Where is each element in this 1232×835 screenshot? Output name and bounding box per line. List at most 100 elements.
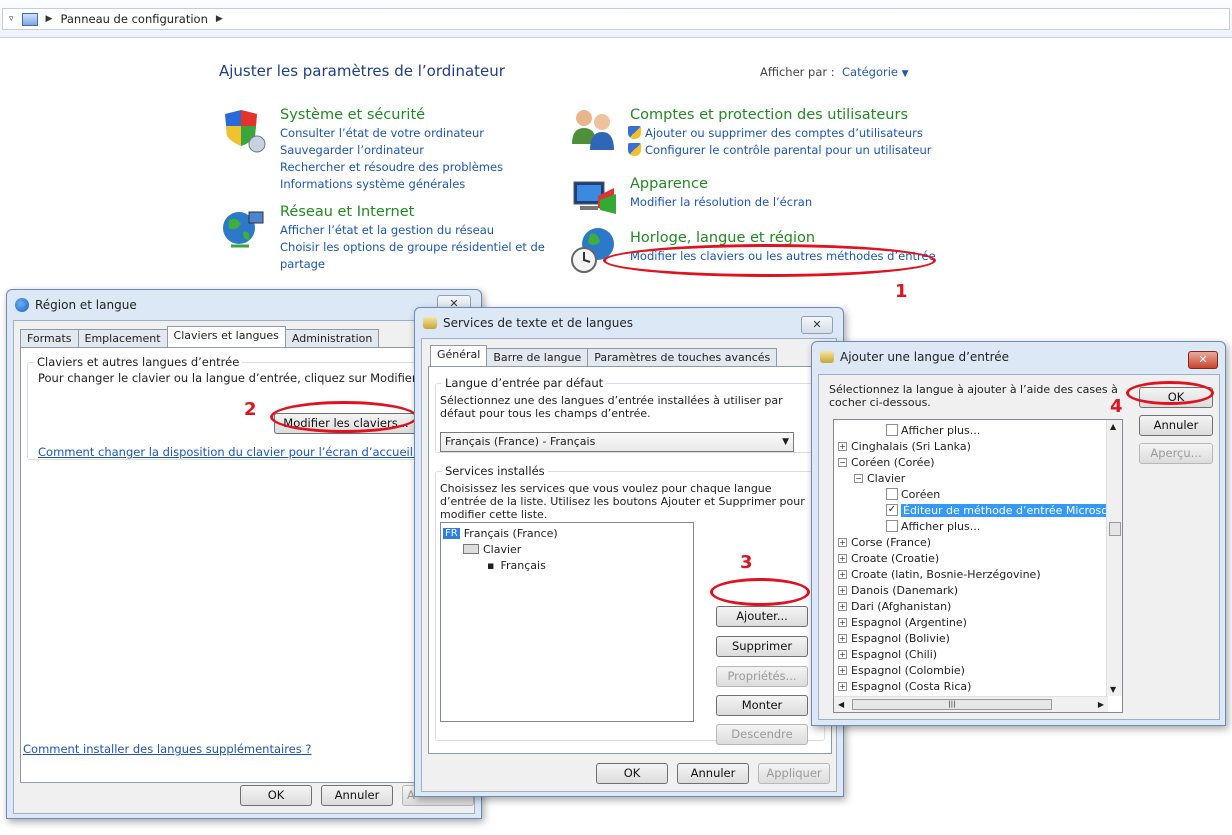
tab-formats[interactable]: Formats (20, 329, 79, 347)
preview-button[interactable]: Aperçu... (1139, 443, 1213, 464)
tree-item[interactable]: + Croate (Croatie) (838, 550, 939, 566)
chevron-right-icon[interactable]: ▶ (216, 14, 223, 24)
expand-icon[interactable]: + (838, 649, 847, 659)
tab-advanced-keys[interactable]: Paramètres de touches avancés (587, 348, 778, 366)
category-link[interactable]: Modifier la résolution de l’écran (630, 194, 812, 211)
expand-icon[interactable]: + (838, 681, 847, 691)
default-language-select[interactable]: Français (France) - Français ▼ (440, 432, 794, 452)
checkbox[interactable] (886, 424, 898, 436)
category-link[interactable]: Informations système générales (280, 176, 503, 193)
tree-item[interactable]: + Danois (Danemark) (838, 582, 958, 598)
expand-icon[interactable]: + (838, 569, 847, 579)
expand-icon[interactable]: + (838, 441, 847, 451)
category-title[interactable]: Réseau et Internet (280, 202, 545, 222)
category-link[interactable]: partage (280, 256, 545, 273)
tree-item[interactable]: + Espagnol (Chili) (838, 646, 937, 662)
address-box[interactable]: ▿ ▶ Panneau de configuration ▶ (2, 8, 1230, 30)
scrollbar-thumb[interactable] (1109, 522, 1121, 536)
cancel-button[interactable]: Annuler (677, 763, 749, 784)
category-link[interactable]: Configurer le contrôle parental pour un … (645, 143, 932, 157)
tree-item-label: Cinghalais (Sri Lanka) (851, 439, 971, 453)
remove-button[interactable]: Supprimer (716, 636, 808, 657)
tree-item[interactable]: + Dari (Afghanistan) (838, 598, 951, 614)
view-by-dropdown[interactable]: Catégorie ▼ (842, 65, 909, 79)
scrollbar-thumb[interactable]: ||| (852, 699, 1052, 710)
tree-item[interactable]: Coréen (886, 486, 940, 502)
close-button[interactable]: ✕ (1188, 351, 1218, 369)
close-button[interactable]: ✕ (801, 316, 833, 334)
tree-item-language[interactable]: FR Français (France) (443, 525, 558, 541)
tree-item[interactable]: Afficher plus... (886, 518, 980, 534)
tree-item-label: Éditeur de méthode d’entrée Microsoft (901, 503, 1118, 517)
tree-item[interactable]: + Espagnol (Argentine) (838, 614, 967, 630)
collapse-icon[interactable]: − (854, 473, 863, 483)
view-by-label: Afficher par : (760, 65, 835, 79)
tree-item-label: Espagnol (Chili) (851, 647, 938, 661)
expand-icon[interactable]: + (838, 665, 847, 675)
tree-item-keyboard[interactable]: Clavier (463, 541, 521, 557)
cancel-button[interactable]: Annuler (1139, 415, 1213, 436)
scroll-down-icon[interactable]: ▼ (1110, 685, 1116, 694)
category-title[interactable]: Comptes et protection des utilisateurs (630, 105, 932, 125)
tree-item-layout[interactable]: ▪ Français (487, 557, 546, 573)
horizontal-scrollbar[interactable]: ◀ ||| ▶ (834, 696, 1108, 712)
tab-location[interactable]: Emplacement (77, 329, 168, 347)
tree-item[interactable]: − Coréen (Corée) (838, 454, 935, 470)
category-title[interactable]: Système et sécurité (280, 105, 503, 125)
tab-keyboards-languages[interactable]: Claviers et langues (166, 326, 286, 347)
installed-services-tree[interactable]: FR Français (France) Clavier ▪ Français (440, 522, 694, 722)
ok-button[interactable]: OK (240, 785, 312, 806)
expand-icon[interactable]: + (838, 585, 847, 595)
cancel-button[interactable]: Annuler (321, 785, 393, 806)
scroll-left-icon[interactable]: ◀ (838, 700, 844, 709)
move-up-button[interactable]: Monter (716, 695, 808, 716)
tree-item[interactable]: + Espagnol (Bolivie) (838, 630, 950, 646)
checkbox[interactable] (886, 488, 898, 500)
language-tree[interactable]: Afficher plus... + Cinghalais (Sri Lanka) −… (833, 419, 1123, 713)
add-button[interactable]: Ajouter... (716, 606, 808, 627)
tree-item-label: Espagnol (Bolivie) (851, 631, 950, 645)
tab-general[interactable]: Général (430, 345, 488, 366)
breadcrumb-control-panel[interactable]: Panneau de configuration (60, 12, 207, 26)
tree-item-label: Espagnol (Argentine) (851, 615, 967, 629)
category-link[interactable]: Sauvegarder l’ordinateur (280, 142, 503, 159)
tree-item[interactable]: ✓ Éditeur de méthode d’entrée Microsoft (886, 502, 1118, 518)
tree-item[interactable]: + Corse (France) (838, 534, 931, 550)
install-languages-link[interactable]: Comment installer des langues supplément… (23, 742, 312, 756)
properties-button[interactable]: Propriétés... (716, 666, 808, 687)
scroll-up-icon[interactable]: ▲ (1110, 422, 1116, 431)
expand-icon[interactable]: + (838, 633, 847, 643)
tree-item[interactable]: − Clavier (854, 470, 905, 486)
move-down-button[interactable]: Descendre (716, 724, 808, 745)
collapse-icon[interactable]: − (838, 457, 847, 467)
expand-icon[interactable]: + (838, 537, 847, 547)
expand-icon[interactable]: + (838, 553, 847, 563)
category-link[interactable]: Afficher l’état et la gestion du réseau (280, 222, 545, 239)
apply-button[interactable]: Appliquer (758, 763, 830, 784)
keyboard-layout-help-link[interactable]: Comment changer la disposition du clavie… (38, 445, 423, 459)
chevron-right-icon[interactable]: ▶ (46, 14, 53, 24)
tab-administration[interactable]: Administration (284, 329, 380, 347)
tree-item[interactable]: + Croate (latin, Bosnie-Herzégovine) (838, 566, 1041, 582)
expand-icon[interactable]: + (838, 601, 847, 611)
category-title[interactable]: Apparence (630, 174, 812, 194)
tree-item[interactable]: + Espagnol (Costa Rica) (838, 678, 971, 694)
tree-item[interactable]: Afficher plus... (886, 422, 980, 438)
vertical-scrollbar[interactable]: ▲ ▼ (1106, 420, 1122, 696)
tree-item[interactable]: + Cinghalais (Sri Lanka) (838, 438, 971, 454)
ok-button[interactable]: OK (596, 763, 668, 784)
category-link[interactable]: Rechercher et résoudre des problèmes (280, 159, 503, 176)
step-number: 3 (740, 552, 753, 573)
globe-icon (15, 298, 29, 312)
category-link[interactable]: Ajouter ou supprimer des comptes d’utili… (645, 126, 923, 140)
checkbox[interactable] (886, 520, 898, 532)
category-link[interactable]: Choisir les options de groupe résidentie… (280, 239, 545, 256)
checkbox[interactable]: ✓ (886, 504, 898, 516)
history-chevron-icon[interactable]: ▿ (9, 14, 14, 24)
category-link[interactable]: Consulter l’état de votre ordinateur (280, 125, 503, 142)
tree-item[interactable]: + Espagnol (Colombie) (838, 662, 965, 678)
expand-icon[interactable]: + (838, 617, 847, 627)
scroll-right-icon[interactable]: ▶ (1098, 700, 1104, 709)
tab-language-bar[interactable]: Barre de langue (486, 348, 589, 366)
keyboard-globe-icon (423, 317, 437, 329)
